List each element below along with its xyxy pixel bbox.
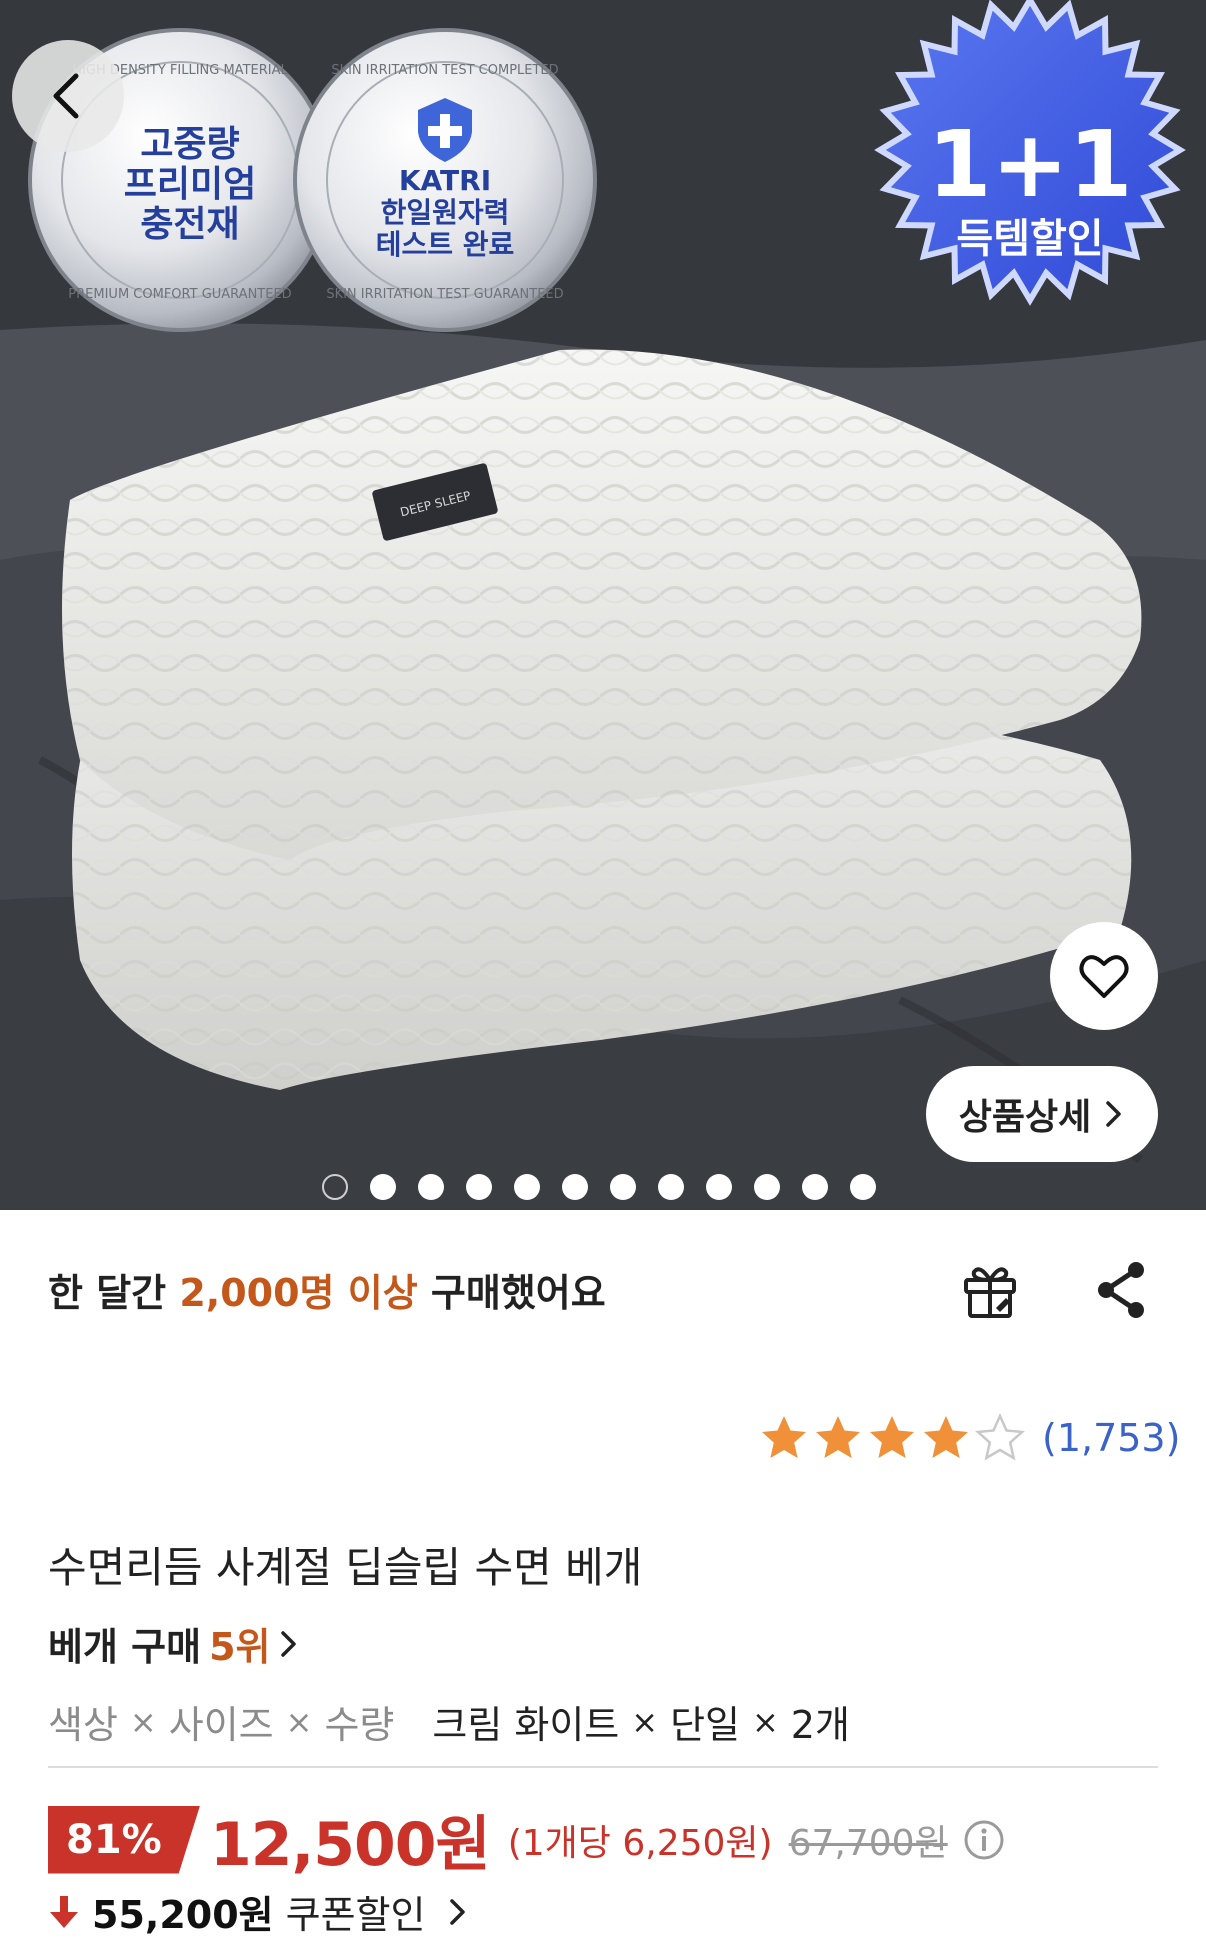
svg-text:PREMIUM COMFORT GUARANTEED: PREMIUM COMFORT GUARANTEED (68, 287, 291, 302)
svg-text:SKIN IRRITATION TEST COMPLETED: SKIN IRRITATION TEST COMPLETED (331, 63, 558, 78)
review-count[interactable]: (1,753) (1042, 1416, 1180, 1460)
gift-icon (964, 1267, 1016, 1318)
heart-icon (1079, 955, 1129, 998)
carousel-dot[interactable] (754, 1174, 780, 1200)
option-separator: × (285, 1702, 313, 1741)
option-separator: × (631, 1702, 659, 1741)
product-title: 수면리듬 사계절 딥슬립 수면 베개 (48, 1543, 643, 1592)
carousel-dot[interactable] (514, 1174, 540, 1200)
purchase-prefix: 한 달간 (48, 1271, 167, 1315)
price-row: 81% 12,500원 (1개당 6,250원) 67,700원 (48, 1796, 1006, 1883)
wishlist-button[interactable] (1050, 922, 1158, 1030)
carousel-dot[interactable] (418, 1174, 444, 1200)
info-icon[interactable] (962, 1818, 1006, 1862)
svg-text:프리미엄: 프리미엄 (124, 164, 256, 205)
option-label-quantity: 수량 (324, 1703, 395, 1747)
option-separator: × (751, 1702, 779, 1741)
carousel-dot[interactable] (562, 1174, 588, 1200)
option-value-quantity: 2개 (790, 1703, 850, 1747)
chevron-right-icon (281, 1630, 297, 1657)
carousel-indicator[interactable] (322, 1174, 876, 1200)
svg-text:득템할인: 득템할인 (956, 216, 1103, 262)
arrow-down-icon (50, 1895, 78, 1928)
star-filled-icon (870, 1416, 914, 1458)
chevron-right-icon (1106, 1101, 1121, 1127)
option-label-size: 사이즈 (168, 1703, 274, 1747)
chevron-left-icon (53, 73, 79, 119)
rank-value: 5위 (209, 1625, 271, 1669)
option-separator: × (129, 1702, 157, 1741)
carousel-dot[interactable] (706, 1174, 732, 1200)
divider (48, 1766, 1158, 1768)
svg-text:SKIN IRRITATION TEST GUARANTEE: SKIN IRRITATION TEST GUARANTEED (326, 287, 563, 302)
promo-starburst: 1+1 득템할인 (874, 0, 1186, 306)
product-detail-button[interactable]: 상품상세 (926, 1066, 1158, 1162)
star-empty-icon (975, 1412, 1025, 1461)
carousel-dot[interactable] (466, 1174, 492, 1200)
svg-text:충전재: 충전재 (140, 204, 239, 245)
product-image-carousel[interactable]: DEEP SLEEP HIGH DENSITY FILLING MATERIAL… (0, 0, 1206, 1210)
svg-text:KATRI: KATRI (399, 164, 491, 197)
option-value-color: 크림 화이트 (432, 1703, 620, 1747)
carousel-dot[interactable] (370, 1174, 396, 1200)
coupon-label: 쿠폰할인 (285, 1893, 426, 1937)
chevron-right-icon (450, 1898, 466, 1925)
coupon-discount-row[interactable]: 55,200원 쿠폰할인 (48, 1884, 469, 1939)
badge-katri: SKIN IRRITATION TEST COMPLETED SKIN IRRI… (293, 28, 597, 332)
carousel-dot[interactable] (610, 1174, 636, 1200)
unit-price: (1개당 6,250원) (507, 1822, 773, 1864)
rank-label: 베개 구매 (48, 1625, 202, 1669)
star-filled-icon (816, 1416, 860, 1458)
selected-options[interactable]: 색상 × 사이즈 × 수량 크림 화이트 × 단일 × 2개 (48, 1694, 850, 1749)
gift-button[interactable] (958, 1258, 1022, 1322)
carousel-dot[interactable] (850, 1174, 876, 1200)
purchase-count-text: 한 달간 2,000명 이상 구매했어요 (48, 1262, 606, 1317)
coupon-price: 55,200원 (92, 1893, 274, 1937)
svg-text:1+1: 1+1 (927, 111, 1132, 218)
discount-badge: 81% (48, 1805, 200, 1874)
sale-price: 12,500원 (210, 1810, 491, 1880)
star-rating (758, 1412, 1026, 1464)
product-page: DEEP SLEEP HIGH DENSITY FILLING MATERIAL… (0, 0, 1206, 1959)
svg-text:테스트 완료: 테스트 완료 (376, 228, 515, 261)
back-button[interactable] (12, 40, 124, 152)
purchase-suffix: 구매했어요 (430, 1271, 606, 1315)
carousel-dot[interactable] (658, 1174, 684, 1200)
product-detail-label: 상품상세 (958, 1097, 1092, 1138)
carousel-dot[interactable] (322, 1174, 348, 1200)
original-price: 67,700원 (788, 1822, 948, 1864)
svg-text:고중량: 고중량 (140, 124, 239, 165)
carousel-dot[interactable] (802, 1174, 828, 1200)
share-icon (1098, 1262, 1144, 1318)
product-photo: DEEP SLEEP HIGH DENSITY FILLING MATERIAL… (0, 0, 1206, 1210)
star-filled-icon (924, 1416, 968, 1458)
svg-text:한일원자력: 한일원자력 (381, 196, 510, 229)
rating-summary[interactable]: (1,753) (758, 1412, 1180, 1464)
option-label-color: 색상 (48, 1703, 118, 1747)
share-button[interactable] (1090, 1258, 1154, 1322)
category-rank-link[interactable]: 베개 구매 5위 (48, 1616, 300, 1671)
option-value-size: 단일 (670, 1703, 740, 1747)
purchase-highlight: 2,000명 이상 (179, 1271, 418, 1315)
star-filled-icon (762, 1416, 806, 1458)
